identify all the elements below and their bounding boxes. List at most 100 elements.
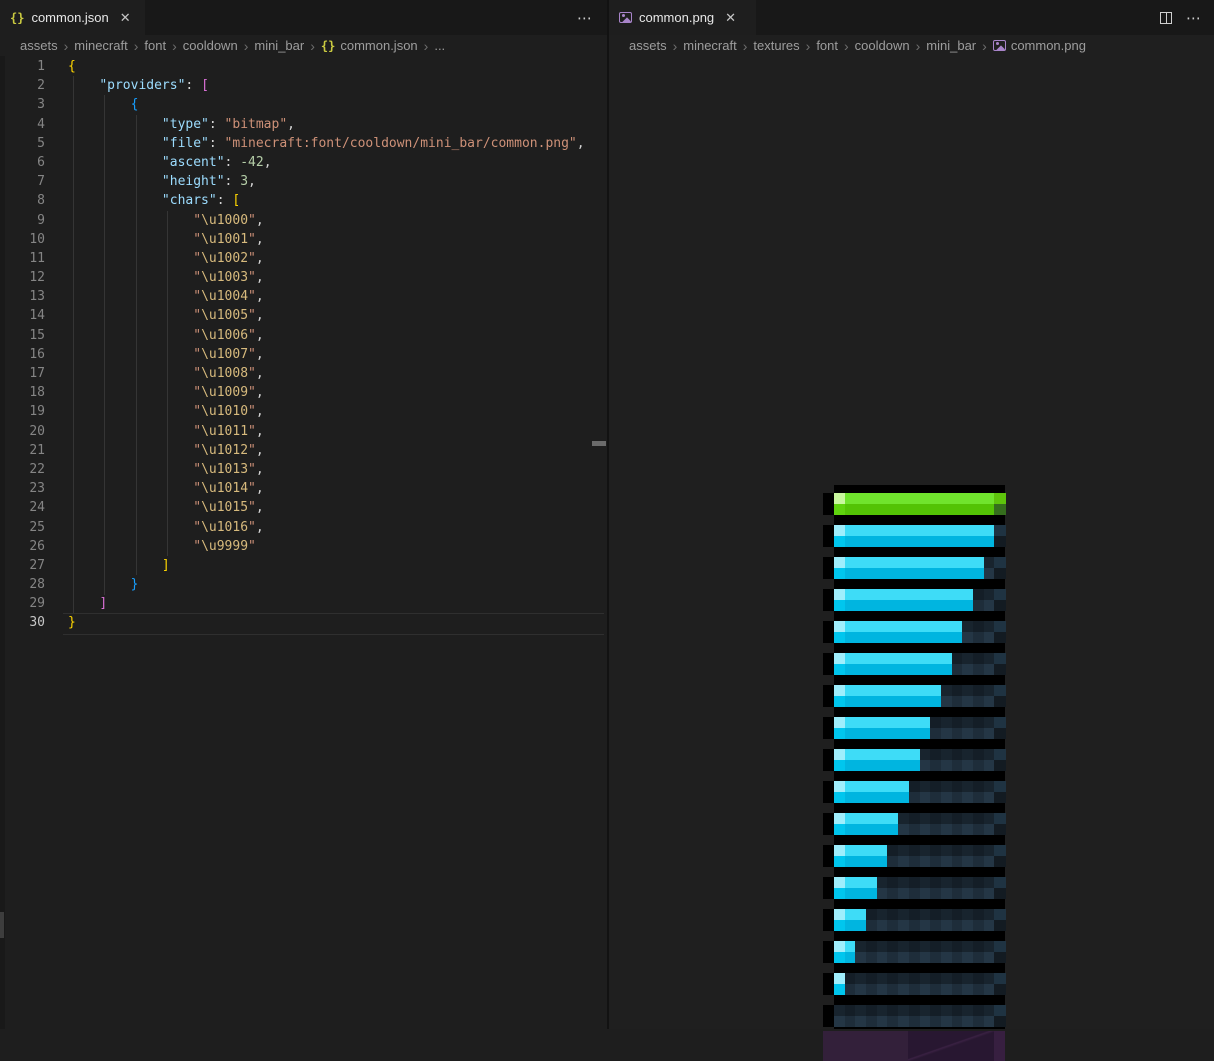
- code-line[interactable]: 17 "\u1008",: [0, 364, 607, 383]
- code-line[interactable]: 3 {: [0, 95, 607, 114]
- image-icon: [993, 40, 1006, 51]
- line-number[interactable]: 8: [0, 191, 45, 210]
- line-number[interactable]: 29: [0, 594, 45, 613]
- line-number[interactable]: 28: [0, 575, 45, 594]
- line-number[interactable]: 4: [0, 115, 45, 134]
- line-number[interactable]: 6: [0, 153, 45, 172]
- line-number[interactable]: 19: [0, 402, 45, 421]
- line-number[interactable]: 2: [0, 76, 45, 95]
- code-line[interactable]: 20 "\u1011",: [0, 422, 607, 441]
- line-number[interactable]: 13: [0, 287, 45, 306]
- scrollbar-thumb[interactable]: [0, 912, 4, 938]
- bar-cell: [920, 856, 931, 867]
- breadcrumb-item--[interactable]: ...: [434, 38, 445, 53]
- code-line[interactable]: 21 "\u1012",: [0, 441, 607, 460]
- line-number[interactable]: 11: [0, 249, 45, 268]
- code-line[interactable]: 13 "\u1004",: [0, 287, 607, 306]
- split-editor-icon[interactable]: [1160, 12, 1172, 24]
- breadcrumb-item-mini-bar[interactable]: mini_bar: [926, 38, 976, 53]
- breadcrumb-item-font[interactable]: font: [144, 38, 166, 53]
- line-number[interactable]: 7: [0, 172, 45, 191]
- code-line[interactable]: 8 "chars": [: [0, 191, 607, 210]
- code-line[interactable]: 4 "type": "bitmap",: [0, 115, 607, 134]
- bar-cell: [962, 760, 973, 771]
- line-number[interactable]: 12: [0, 268, 45, 287]
- code-line[interactable]: 24 "\u1015",: [0, 498, 607, 517]
- breadcrumb-item-common-json[interactable]: {}common.json: [321, 38, 418, 53]
- bar-cell: [962, 664, 973, 675]
- code-line[interactable]: 18 "\u1009",: [0, 383, 607, 402]
- code-line[interactable]: 5 "file": "minecraft:font/cooldown/mini_…: [0, 134, 607, 153]
- code-line[interactable]: 28 }: [0, 575, 607, 594]
- line-number[interactable]: 16: [0, 345, 45, 364]
- breadcrumb-item-font[interactable]: font: [816, 38, 838, 53]
- code-line[interactable]: 15 "\u1006",: [0, 326, 607, 345]
- line-number[interactable]: 5: [0, 134, 45, 153]
- breadcrumb-item-textures[interactable]: textures: [753, 38, 799, 53]
- code-line[interactable]: 12 "\u1003",: [0, 268, 607, 287]
- code-line[interactable]: 9 "\u1000",: [0, 211, 607, 230]
- line-number[interactable]: 30: [0, 613, 45, 632]
- code-line[interactable]: 16 "\u1007",: [0, 345, 607, 364]
- code-line[interactable]: 19 "\u1010",: [0, 402, 607, 421]
- code-line[interactable]: 7 "height": 3,: [0, 172, 607, 191]
- code-line[interactable]: 25 "\u1016",: [0, 518, 607, 537]
- line-number[interactable]: 20: [0, 422, 45, 441]
- bar-cell: [930, 973, 941, 984]
- bar-cell: [984, 760, 995, 771]
- more-actions-icon[interactable]: ⋯: [1186, 9, 1202, 27]
- code-line[interactable]: 11 "\u1002",: [0, 249, 607, 268]
- breadcrumb-item-minecraft[interactable]: minecraft: [683, 38, 736, 53]
- code-line[interactable]: 1{: [0, 57, 607, 76]
- image-preview[interactable]: [609, 56, 1214, 1029]
- line-number[interactable]: 26: [0, 537, 45, 556]
- breadcrumb-item-assets[interactable]: assets: [20, 38, 58, 53]
- code-line[interactable]: 10 "\u1001",: [0, 230, 607, 249]
- bar-cell: [952, 1016, 963, 1027]
- code-line[interactable]: 30}: [0, 613, 607, 632]
- bar-cell: [909, 664, 920, 675]
- close-icon[interactable]: ✕: [725, 10, 736, 26]
- breadcrumb-item-mini-bar[interactable]: mini_bar: [254, 38, 304, 53]
- close-icon[interactable]: ✕: [120, 10, 131, 26]
- line-number[interactable]: 24: [0, 498, 45, 517]
- bar-cell: [834, 781, 845, 792]
- line-number[interactable]: 14: [0, 306, 45, 325]
- breadcrumb-item-minecraft[interactable]: minecraft: [74, 38, 127, 53]
- code-editor[interactable]: 1{2 "providers": [3 {4 "type": "bitmap",…: [0, 57, 607, 1029]
- left-edge-scrollbar[interactable]: [0, 56, 5, 1029]
- code-line[interactable]: 6 "ascent": -42,: [0, 153, 607, 172]
- code-line[interactable]: 22 "\u1013",: [0, 460, 607, 479]
- breadcrumb-item-cooldown[interactable]: cooldown: [183, 38, 238, 53]
- line-number[interactable]: 27: [0, 556, 45, 575]
- line-number[interactable]: 22: [0, 460, 45, 479]
- tab-common-json[interactable]: {} common.json ✕: [0, 0, 145, 35]
- code-line[interactable]: 2 "providers": [: [0, 76, 607, 95]
- line-number[interactable]: 21: [0, 441, 45, 460]
- line-number[interactable]: 25: [0, 518, 45, 537]
- line-number[interactable]: 9: [0, 211, 45, 230]
- breadcrumb-item-assets[interactable]: assets: [629, 38, 667, 53]
- tab-common-png[interactable]: common.png ✕: [609, 0, 756, 35]
- line-number[interactable]: 23: [0, 479, 45, 498]
- code-line[interactable]: 27 ]: [0, 556, 607, 575]
- line-number[interactable]: 3: [0, 95, 45, 114]
- line-number[interactable]: 15: [0, 326, 45, 345]
- bar-cell: [834, 845, 845, 856]
- scrollbar-marker[interactable]: [592, 441, 606, 446]
- line-number[interactable]: 10: [0, 230, 45, 249]
- code-line[interactable]: 23 "\u1014",: [0, 479, 607, 498]
- code-line[interactable]: 14 "\u1005",: [0, 306, 607, 325]
- breadcrumb-item-cooldown[interactable]: cooldown: [855, 38, 910, 53]
- line-number[interactable]: 17: [0, 364, 45, 383]
- code-line[interactable]: 26 "\u9999": [0, 537, 607, 556]
- bar-cell: [984, 952, 995, 963]
- more-actions-icon[interactable]: ⋯: [577, 9, 593, 27]
- breadcrumb-item-common-png[interactable]: common.png: [993, 38, 1086, 53]
- code-line[interactable]: 29 ]: [0, 594, 607, 613]
- bar-cell: [909, 760, 920, 771]
- bar-cell: [898, 792, 909, 803]
- bar-cell: [877, 1016, 888, 1027]
- line-number[interactable]: 1: [0, 57, 45, 76]
- line-number[interactable]: 18: [0, 383, 45, 402]
